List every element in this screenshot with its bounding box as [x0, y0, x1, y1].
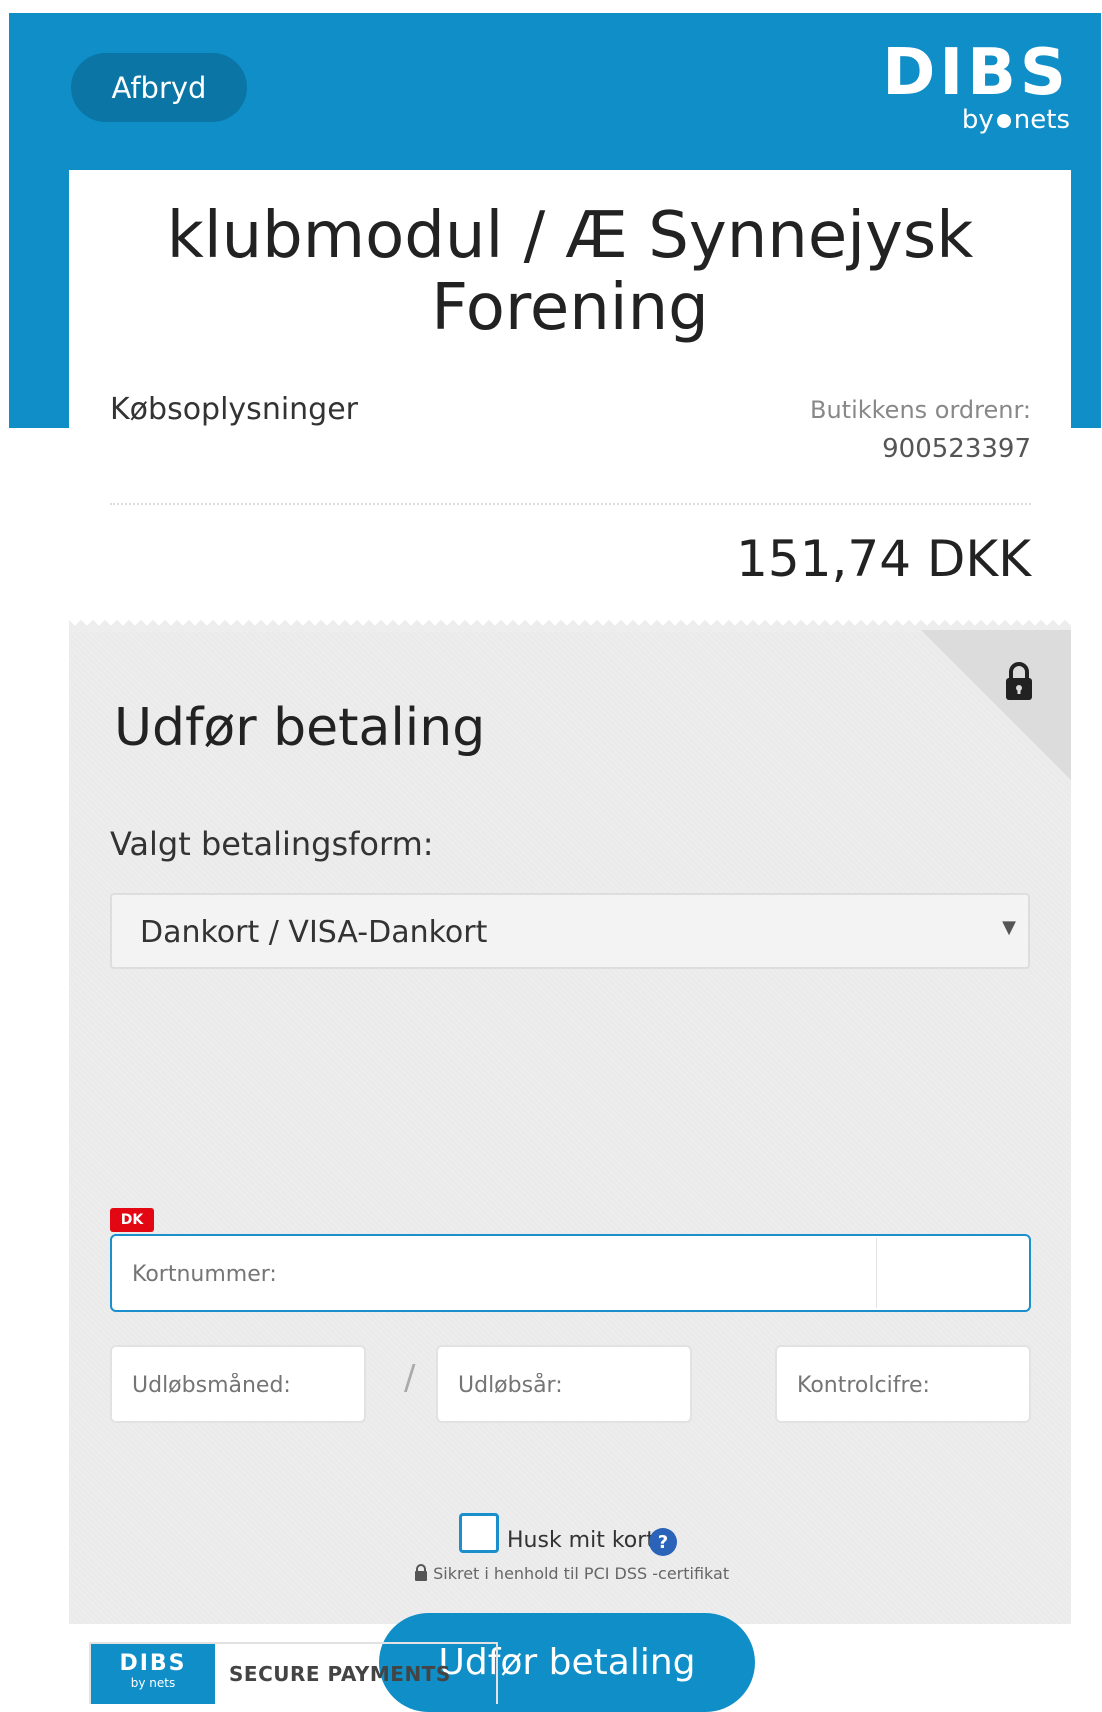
footer-logo-sub: by nets: [130, 1676, 176, 1690]
expiry-month-field[interactable]: [110, 1345, 369, 1423]
security-note-text: Sikret i henhold til PCI DSS -certifikat: [433, 1564, 730, 1583]
expiry-separator: /: [404, 1358, 416, 1398]
logo-sub-nets: nets: [1013, 105, 1070, 135]
secure-payments-badge: DIBS by nets SECURE PAYMENTS: [89, 1642, 498, 1704]
payment-method-label: Valgt betalingsform:: [110, 825, 434, 863]
logo-subtitle: by nets: [870, 106, 1070, 134]
card-number-input[interactable]: [130, 1236, 874, 1312]
field-separator: [876, 1238, 877, 1308]
logo-sub-by: by: [961, 105, 994, 135]
footer-logo-text: DIBS: [119, 1651, 187, 1676]
corner-fold: [921, 630, 1071, 780]
security-note: Sikret i henhold til PCI DSS -certifikat: [414, 1564, 729, 1583]
small-lock-icon: [415, 1564, 427, 1581]
cancel-button[interactable]: Afbryd: [71, 53, 247, 122]
purchase-info-label: Købsoplysninger: [110, 392, 359, 427]
card-number-field[interactable]: [110, 1234, 1031, 1312]
order-amount: 151,74 DKK: [736, 530, 1031, 588]
order-number: 900523397: [882, 434, 1031, 464]
lock-icon: [1006, 662, 1032, 700]
secure-payments-text: SECURE PAYMENTS: [229, 1662, 451, 1686]
logo-text: DIBS: [882, 36, 1070, 110]
order-number-label: Butikkens ordrenr:: [809, 396, 1031, 424]
remember-card-checkbox[interactable]: [459, 1513, 499, 1553]
cvc-input[interactable]: [795, 1347, 1034, 1423]
expiry-year-input[interactable]: [456, 1347, 695, 1423]
chevron-down-icon: ▼: [1002, 917, 1016, 938]
divider: [110, 503, 1031, 505]
help-icon[interactable]: ?: [649, 1528, 677, 1556]
expiry-year-field[interactable]: [436, 1345, 695, 1423]
payment-title: Udfør betaling: [114, 698, 486, 758]
payment-section: Udfør betaling Valgt betalingsform: Dank…: [69, 620, 1071, 1712]
footer-dibs-logo: DIBS by nets: [91, 1644, 215, 1704]
expiry-month-input[interactable]: [130, 1347, 369, 1423]
nets-dot-icon: [996, 113, 1011, 128]
dibs-logo: DIBS by nets: [870, 40, 1070, 140]
payment-method-value: Dankort / VISA-Dankort: [140, 915, 488, 950]
payment-method-select[interactable]: Dankort / VISA-Dankort ▼: [110, 893, 1030, 969]
merchant-title: klubmodul / Æ Synnejysk Forening: [166, 199, 974, 345]
cvc-field[interactable]: [775, 1345, 1034, 1423]
dankort-icon: DK: [110, 1208, 154, 1232]
payment-card: klubmodul / Æ Synnejysk Forening Købsopl…: [69, 170, 1071, 1712]
remember-card-label[interactable]: Husk mit kort: [507, 1528, 655, 1553]
